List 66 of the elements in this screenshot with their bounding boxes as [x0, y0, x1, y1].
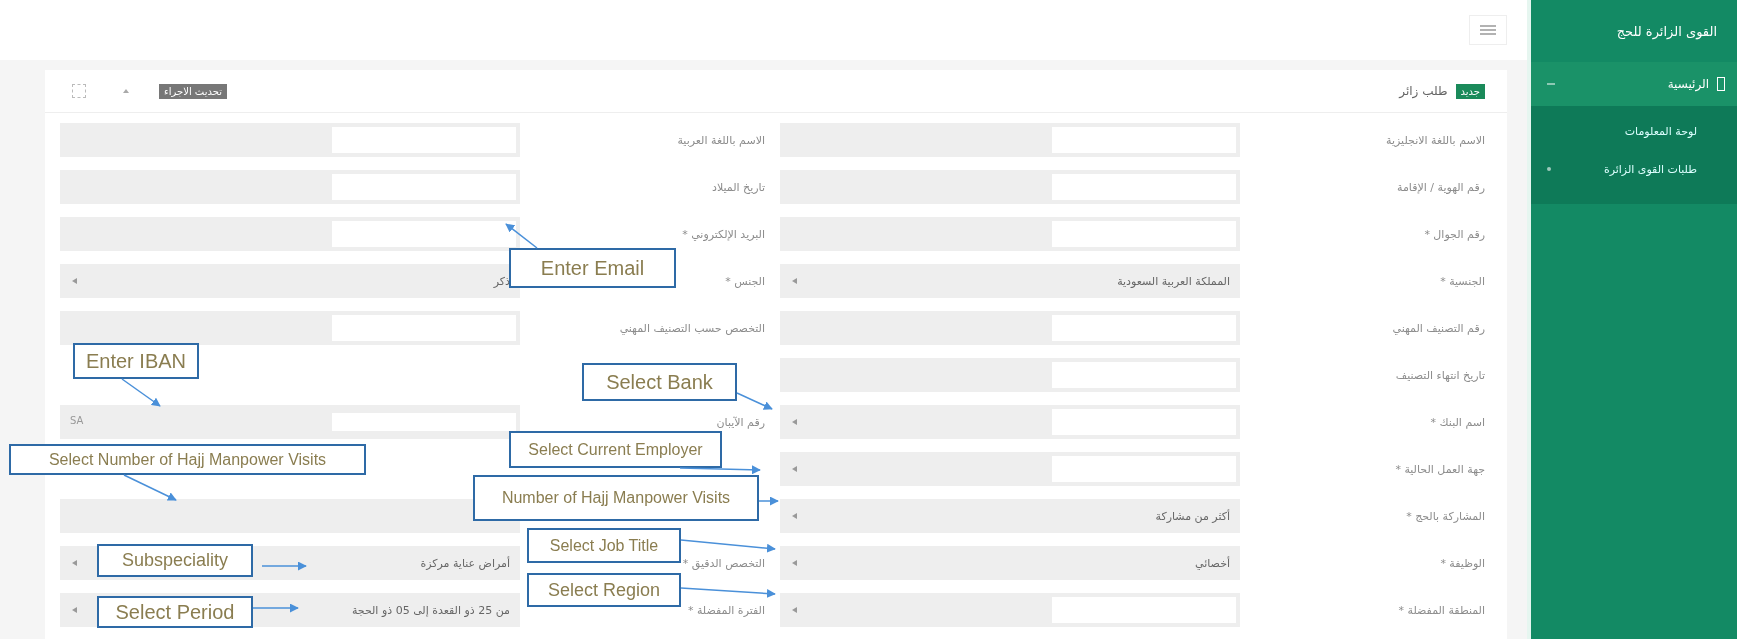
caret-icon: [792, 278, 797, 284]
caret-icon: [792, 419, 797, 425]
caret-icon: [792, 513, 797, 519]
field-label: الجنسية *: [1440, 274, 1485, 288]
callout-arrow: [261, 561, 307, 571]
field-label: الاسم باللغة الانجليزية: [1386, 133, 1485, 147]
caret-icon: [792, 607, 797, 613]
input-field[interactable]: [60, 217, 520, 251]
menu-button[interactable]: [1469, 15, 1507, 45]
annotation-tooltip: Subspeciality: [97, 544, 253, 577]
dropdown[interactable]: أخصائي: [780, 546, 1240, 580]
dot-icon: [1547, 167, 1551, 171]
field-label: تاريخ انتهاء التصنيف: [1395, 368, 1485, 382]
annotation-tooltip: Select Number of Hajj Manpower Visits: [9, 444, 366, 475]
field-label: التخصص حسب التصنيف المهني: [619, 321, 765, 335]
field-label: رقم التصنيف المهني: [1392, 321, 1485, 335]
dropdown[interactable]: المملكة العربية السعودية: [780, 264, 1240, 298]
sidebar-item[interactable]: الرئيسية: [1531, 62, 1737, 106]
callout-arrow: [123, 474, 177, 501]
sidebar-subitem[interactable]: طلبات القوى الزائرة: [1531, 150, 1737, 188]
annotation-tooltip: Select Job Title: [527, 528, 681, 563]
field-label: المشاركة بالحج *: [1406, 509, 1485, 523]
callout-arrow: [736, 392, 773, 410]
dropdown[interactable]: [780, 452, 1240, 486]
caret-icon: [123, 89, 129, 93]
callout-arrow: [252, 603, 299, 613]
callout-arrow: [121, 378, 161, 407]
input-field[interactable]: [60, 311, 520, 345]
app-title: القوى الزائرة للحج: [1616, 23, 1717, 39]
field-label: التخصص الدقيق *: [682, 556, 765, 570]
update-button[interactable]: تحديث الاجراء: [159, 83, 227, 99]
caret-icon: [72, 278, 77, 284]
field-label: الوظيفة *: [1440, 556, 1485, 570]
annotation-tooltip: Enter IBAN: [73, 343, 199, 379]
dropdown[interactable]: [780, 593, 1240, 627]
fullscreen-icon: [72, 84, 86, 98]
callout-arrow: [505, 223, 538, 249]
dropdown[interactable]: ذكر: [60, 264, 520, 298]
caret-icon: [792, 466, 797, 472]
dropdown[interactable]: [780, 405, 1240, 439]
annotation-tooltip: Select Current Employer: [509, 431, 722, 468]
field-label: اسم البنك *: [1430, 415, 1485, 429]
status-badge: جديد: [1455, 83, 1485, 99]
dropdown[interactable]: أكثر من مشاركة: [780, 499, 1240, 533]
field-label: رقم الآيبان: [716, 415, 765, 429]
field-label: رقم الهوية / الإقامة: [1397, 180, 1485, 194]
field-label: المنطقة المفضلة *: [1398, 603, 1485, 617]
annotation-tooltip: Select Period: [97, 596, 253, 628]
field-label: الفترة المفضلة *: [687, 603, 765, 617]
annotation-tooltip: Enter Email: [509, 248, 676, 288]
field-label: البريد الإلكتروني *: [682, 227, 765, 241]
field-label: رقم الجوال *: [1424, 227, 1485, 241]
callout-arrow: [758, 496, 779, 506]
field-label: الجنس *: [725, 274, 765, 288]
annotation-tooltip: Number of Hajj Manpower Visits: [473, 475, 759, 521]
annotation-tooltip: Select Bank: [582, 363, 737, 401]
sidebar-subitem[interactable]: لوحة المعلومات: [1531, 112, 1737, 150]
caret-icon: [72, 607, 77, 613]
menu-icon: [1480, 25, 1496, 35]
field-label: تاريخ الميلاد: [712, 180, 765, 194]
caret-icon: [72, 560, 77, 566]
field-label: جهة العمل الحالية *: [1395, 462, 1485, 476]
card-title: طلب زائر: [1399, 84, 1448, 98]
caret-icon: [792, 560, 797, 566]
field-label: الاسم باللغة العربية: [677, 133, 765, 147]
annotation-tooltip: Select Region: [527, 573, 681, 607]
